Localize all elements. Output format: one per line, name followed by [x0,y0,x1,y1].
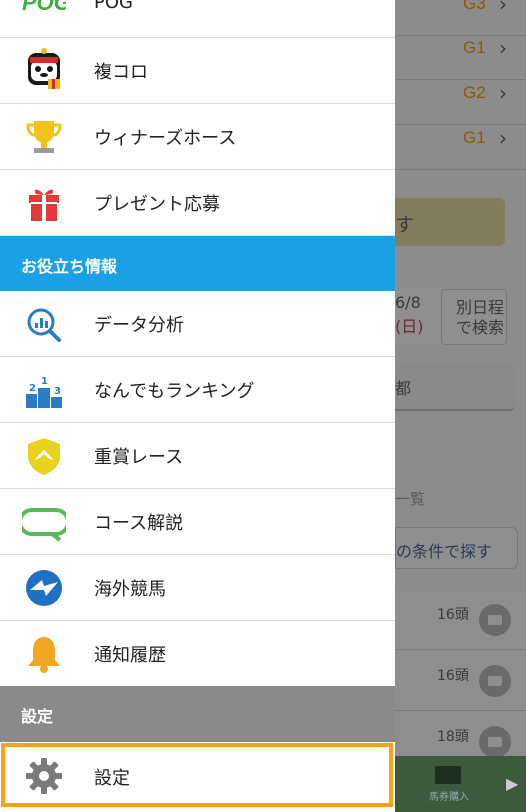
svg-text:3: 3 [54,386,61,397]
menu-item-overseas-racing[interactable]: 海外競馬 [0,555,395,621]
menu-item-graded-races[interactable]: 重賞レース [0,423,395,489]
section-header-useful-info: お役立ち情報 [0,236,395,291]
svg-text:POG: POG [22,0,66,15]
navigation-drawer: POG POG 複コロ [0,0,395,812]
svg-text:1: 1 [41,376,48,387]
menu-item-winners-horse[interactable]: ウィナーズホース [0,104,395,170]
other-date-search-button[interactable]: 別日程 で検索 [441,289,507,345]
course-icon [18,502,70,542]
date-selector: 6/8 (日) 別日程 で検索 [395,289,526,345]
menu-item-ranking[interactable]: 2 1 3 なんでもランキング [0,357,395,423]
heads-count: 18頭 [437,729,469,745]
globe-icon [22,568,66,608]
gift-icon [22,183,66,223]
other-date-label-2: で検索 [456,318,505,337]
venue-tab[interactable]: 都 [395,363,515,411]
play-arrow-icon: ▶ [506,774,519,793]
grade-label: G3 [463,0,486,13]
chevron-right-icon: › [499,126,507,150]
menu-item-label: POG [94,0,133,13]
menu-item-pog[interactable]: POG POG [0,0,395,38]
mascot-icon [22,48,66,91]
venue-label: 都 [395,379,412,398]
menu-item-label: コース解説 [94,513,184,534]
svg-text:2: 2 [29,383,36,394]
heads-count: 16頭 [437,668,469,684]
grade-label: G1 [463,128,486,147]
trophy-icon [22,117,66,157]
chevron-right-icon: › [499,36,507,60]
race-row[interactable]: 16頭 [395,651,526,711]
ranking-podium-icon: 2 1 3 [22,370,66,410]
date-label: 6/8 [395,293,421,312]
data-search-icon [22,304,66,344]
video-icon[interactable] [479,665,511,697]
chevron-right-icon: › [499,0,507,16]
menu-item-label: データ分析 [94,315,184,336]
menu-item-label: 重賞レース [94,447,184,468]
buy-ticket-label: 馬券購入 [429,792,469,803]
grade-row[interactable]: G2 › [395,81,526,125]
grade-row[interactable]: G1 › [395,36,526,80]
background-action-button[interactable]: す [395,198,505,246]
weekday-label: (日) [395,317,424,336]
menu-item-data-analysis[interactable]: データ分析 [0,291,395,357]
date-tab[interactable]: 6/8 (日) [395,289,441,345]
section-title: お役立ち情報 [21,257,118,276]
grade-row[interactable]: G3 › [395,0,526,36]
video-icon[interactable] [479,604,511,636]
menu-item-course-guide[interactable]: コース解説 [0,489,395,555]
grade-label: G2 [463,83,486,102]
pog-logo-icon: POG [22,0,71,30]
menu-item-label: プレゼント応募 [94,194,220,215]
section-title: 設定 [21,707,54,726]
section-header-settings: 設定 [0,686,395,742]
chevron-right-icon: › [499,81,507,105]
menu-item-label: 複コロ [94,62,148,83]
ticket-icon [435,766,461,784]
buy-ticket-bar[interactable]: 馬券購入 ▶ [395,756,526,812]
background-screen: G3 › G1 › G2 › G1 › す 6/8 (日) 別日程 で検索 都 … [395,0,526,812]
grade-row[interactable]: G1 › [395,126,526,170]
menu-item-notification-history[interactable]: 通知履歴 [0,621,395,686]
selection-highlight [1,743,393,807]
condition-search-label: の条件で探す [396,542,493,561]
menu-item-label: 海外競馬 [94,579,166,600]
list-label: 一覧 [395,490,426,508]
menu-item-fukukoro[interactable]: 複コロ [0,38,395,104]
menu-item-present[interactable]: プレゼント応募 [0,170,395,236]
video-icon[interactable] [479,726,511,758]
bell-icon [22,634,66,674]
shield-icon [22,436,66,476]
menu-item-label: 通知履歴 [94,645,166,666]
menu-item-label: なんでもランキング [94,381,255,402]
condition-search-button[interactable]: の条件で探す [395,527,518,569]
menu-item-label: ウィナーズホース [94,128,237,149]
grade-label: G1 [463,38,486,57]
heads-count: 16頭 [437,607,469,623]
race-row[interactable]: 16頭 [395,590,526,650]
background-action-label: す [395,214,415,236]
